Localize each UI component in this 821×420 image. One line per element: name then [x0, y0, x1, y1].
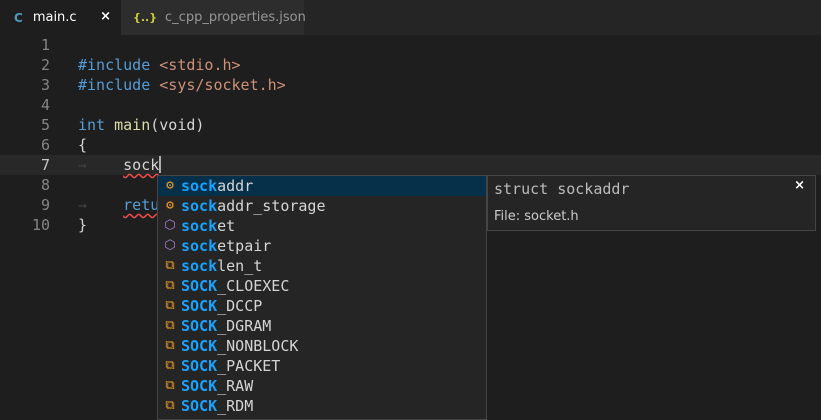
tab-arrow-icon: →	[78, 156, 88, 174]
suggestion-item[interactable]: ⬡ socketpair	[158, 236, 486, 256]
include-directive: #include <stdio.h>	[78, 56, 241, 74]
open-brace: {	[78, 136, 88, 154]
main-signature: int main(void)	[78, 116, 205, 134]
suggestion-item[interactable]: ⧉ SOCK_DCCP	[158, 296, 486, 316]
code-line: 5 int main(void)	[0, 115, 821, 135]
macro-icon: ⧉	[165, 378, 175, 393]
line-number: 10	[31, 216, 50, 234]
suggestion-item[interactable]: ⧉ socklen_t	[158, 256, 486, 276]
tab-arrow-icon: →	[78, 196, 88, 214]
typed-text: sock	[123, 156, 160, 174]
suggestion-list[interactable]: ⚙ sockaddr ⚙ sockaddr_storage ⬡ socket ⬡…	[157, 175, 487, 420]
macro-icon: ⧉	[165, 358, 175, 373]
suggestion-item[interactable]: ⧉ SOCK_RAW	[158, 376, 486, 396]
suggestion-item[interactable]: ⬡ socket	[158, 216, 486, 236]
macro-icon: ⧉	[165, 338, 175, 353]
struct-icon: ⚙	[166, 198, 174, 213]
c-file-icon: C	[14, 10, 23, 25]
line-number: 6	[40, 136, 50, 154]
line-number: 8	[40, 176, 50, 194]
detail-signature: struct sockaddr	[494, 180, 630, 198]
tab-c-cpp-properties[interactable]: {..} c_cpp_properties.json	[121, 0, 306, 35]
suggestion-item[interactable]: ⧉ SOCK_PACKET	[158, 356, 486, 376]
return-keyword: retu	[123, 196, 160, 214]
suggestion-item[interactable]: ⧉ SOCK_CLOEXEC	[158, 276, 486, 296]
tab-label: main.c	[32, 10, 77, 25]
detail-file: File: socket.h	[494, 209, 579, 224]
code-line: 3 #include <sys/socket.h>	[0, 75, 821, 95]
line-number: 2	[40, 56, 50, 74]
macro-icon: ⧉	[165, 278, 175, 293]
tab-label: c_cpp_properties.json	[165, 10, 306, 25]
code-line: 4	[0, 95, 821, 115]
line-number: 7	[40, 156, 50, 174]
text-cursor	[159, 156, 162, 173]
close-brace: }	[78, 216, 88, 234]
function-cube-icon: ⬡	[164, 238, 176, 253]
tab-main-c[interactable]: C main.c ×	[0, 0, 121, 35]
suggestion-details: struct sockaddr File: socket.h ×	[487, 175, 816, 231]
code-line: 2 #include <stdio.h>	[0, 55, 821, 75]
suggestion-item[interactable]: ⧉ SOCK_DGRAM	[158, 316, 486, 336]
line-number: 3	[40, 76, 50, 94]
tab-bar: C main.c × {..} c_cpp_properties.json	[0, 0, 821, 35]
code-line: 6 {	[0, 135, 821, 155]
current-line: 7 → sock	[0, 155, 821, 175]
suggestion-item[interactable]: ⧉ SOCK_RDM	[158, 396, 486, 416]
suggestion-item[interactable]: ⧉ SOCK_NONBLOCK	[158, 336, 486, 356]
line-number: 4	[40, 96, 50, 114]
struct-icon: ⚙	[166, 178, 174, 193]
suggestion-item[interactable]: ⚙ sockaddr_storage	[158, 196, 486, 216]
close-icon[interactable]: ×	[100, 9, 111, 24]
macro-icon: ⧉	[165, 398, 175, 413]
json-file-icon: {..}	[133, 11, 158, 24]
macro-icon: ⧉	[165, 298, 175, 313]
include-directive: #include <sys/socket.h>	[78, 76, 286, 94]
line-number: 1	[40, 36, 50, 54]
typedef-icon: ⧉	[165, 258, 175, 273]
line-number: 9	[40, 196, 50, 214]
macro-icon: ⧉	[165, 318, 175, 333]
suggestion-item[interactable]: ⚙ sockaddr	[158, 176, 486, 196]
code-line: 1	[0, 35, 821, 55]
close-icon[interactable]: ×	[794, 178, 805, 193]
line-number: 5	[40, 116, 50, 134]
function-cube-icon: ⬡	[164, 218, 176, 233]
